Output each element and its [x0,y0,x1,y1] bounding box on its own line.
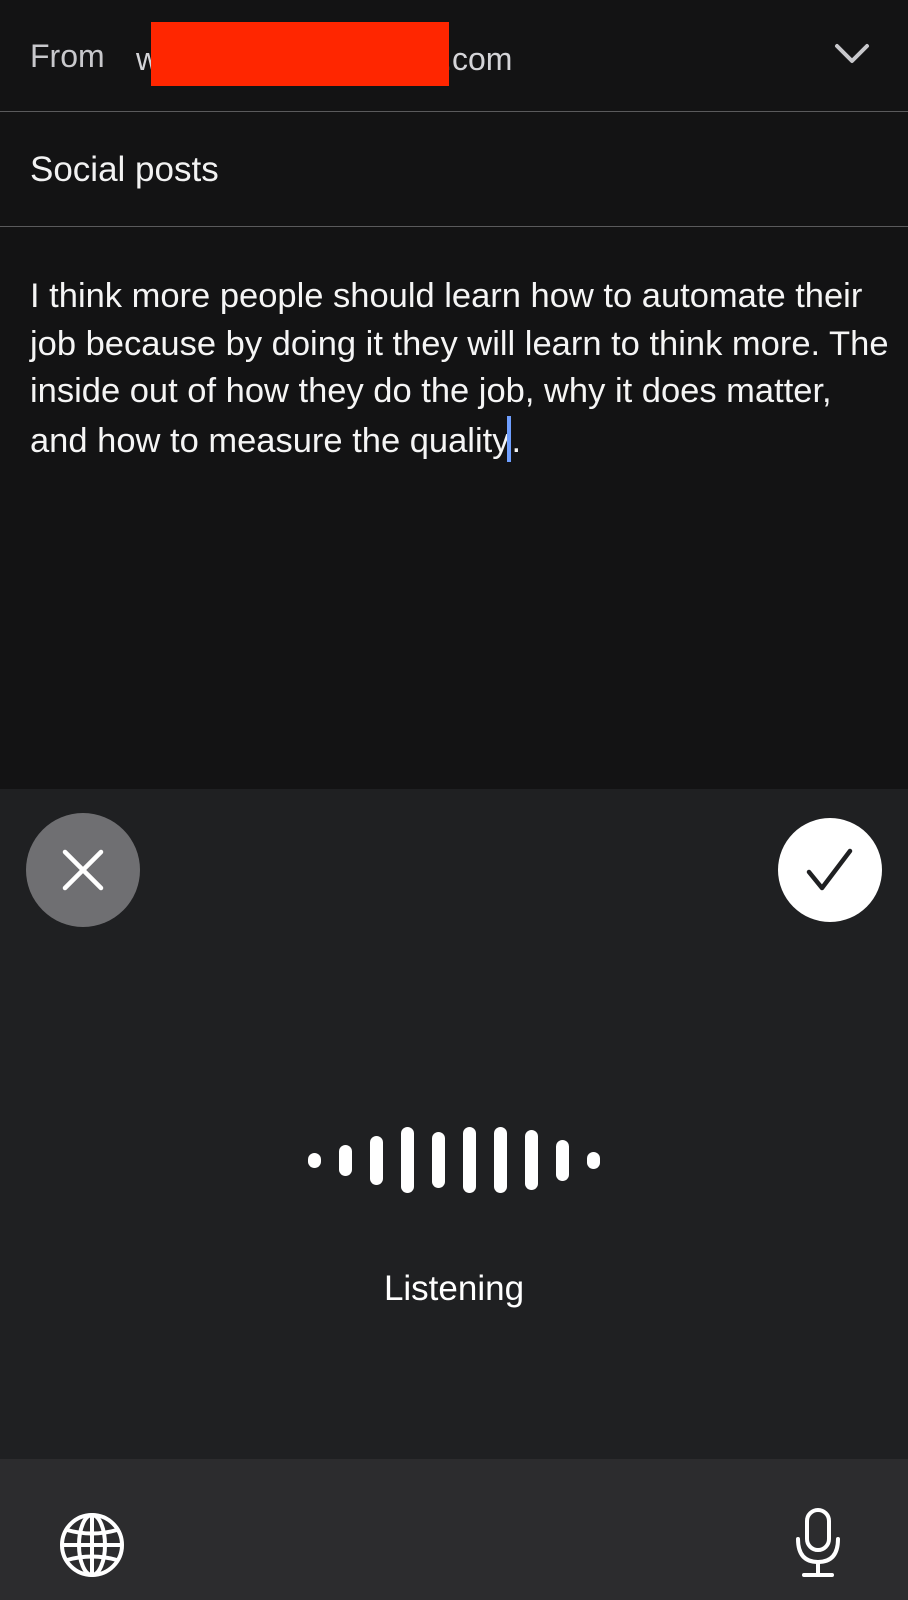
chevron-down-icon[interactable] [834,40,870,68]
waveform-bar [432,1132,445,1188]
waveform-bar [525,1130,538,1190]
checkmark-icon [806,848,853,891]
subject-row[interactable]: Social posts [0,112,908,227]
waveform-bar [463,1127,476,1193]
body-text-after-caret: . [511,421,522,460]
waveform-bar [556,1140,569,1181]
subject-field[interactable]: Social posts [30,149,219,191]
from-row[interactable]: From w .com [0,0,908,112]
screen: From w .com Social posts I think more peo… [0,0,908,1600]
globe-icon[interactable] [58,1511,126,1579]
waveform-bar [370,1136,383,1185]
body-text[interactable]: I think more people should learn how to … [30,273,890,465]
message-body[interactable]: I think more people should learn how to … [0,227,908,789]
microphone-icon[interactable] [792,1507,844,1579]
from-address[interactable]: w .com [136,22,513,88]
dictation-status: Listening [383,1269,525,1308]
waveform-bar [401,1127,414,1193]
redaction-block [151,22,450,86]
confirm-dictation-button[interactable] [778,818,882,922]
body-text-before-caret: I think more people should learn how to … [30,277,899,460]
from-address-suffix: .com [443,41,513,78]
waveform-bar [494,1127,507,1193]
audio-waveform [308,1125,604,1195]
waveform-bar [587,1152,600,1169]
cancel-dictation-button[interactable] [26,813,140,927]
keyboard-bottom-bar [0,1459,908,1600]
waveform-bar [308,1153,321,1168]
from-label: From [30,38,105,74]
dictation-panel: Listening [0,789,908,1459]
waveform-bar [339,1145,352,1176]
close-icon [62,849,104,891]
